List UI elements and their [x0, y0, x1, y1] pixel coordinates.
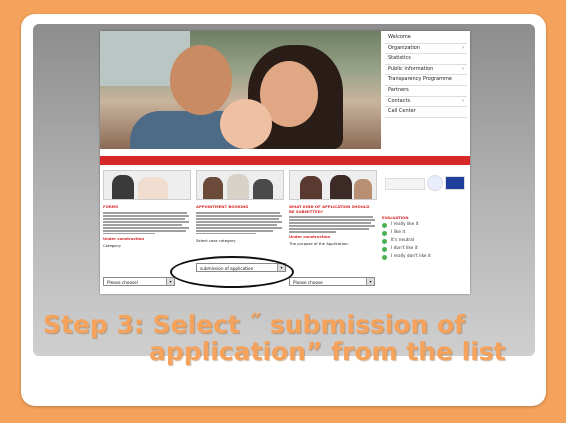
- forms-title: FORMS: [103, 204, 119, 209]
- forms-category-label: Category:: [103, 242, 122, 248]
- appointment-thumbnail: [196, 170, 284, 200]
- chevron-right-icon: ›: [462, 97, 464, 104]
- evaluation-option[interactable]: It's neutral: [382, 237, 468, 245]
- chevron-right-icon: ›: [462, 44, 464, 51]
- evaluation-option[interactable]: I really don't like it: [382, 253, 468, 261]
- nav-item-statistics[interactable]: Statistics: [385, 54, 467, 65]
- website-screenshot: Welcome Organization › Statistics Public …: [100, 31, 470, 294]
- evaluation-option[interactable]: I don't like it: [382, 245, 468, 253]
- nav-item-call-center[interactable]: Call Center: [385, 107, 467, 118]
- partner-logos: [385, 173, 465, 193]
- application-kind-description: [289, 216, 375, 233]
- application-kind-thumbnail: [289, 170, 377, 200]
- forms-category-select[interactable]: Please choose! ▾: [103, 277, 175, 286]
- chevron-down-icon: ▾: [166, 278, 174, 285]
- appointment-title: APPOINTMENT BOOKING: [196, 204, 249, 209]
- nav-item-welcome[interactable]: Welcome: [385, 33, 467, 44]
- radio-icon: [382, 238, 387, 244]
- caption-line-2: application” from the list: [149, 337, 506, 366]
- chevron-down-icon: ▾: [366, 278, 374, 285]
- application-kind-under-construction: Under construction: [289, 233, 331, 239]
- partner-logo: [427, 175, 443, 191]
- forms-thumbnail: [103, 170, 191, 200]
- nav-item-organization[interactable]: Organization ›: [385, 44, 467, 55]
- application-purpose-select[interactable]: Please choose ▾: [289, 277, 375, 286]
- partner-logo: [385, 178, 425, 190]
- radio-icon: [382, 222, 387, 228]
- caption-line-1: Step 3: Select ˝ submission of: [43, 310, 466, 339]
- case-category-label: Select case category: [196, 238, 236, 244]
- forms-under-construction: Under construction: [103, 235, 145, 241]
- appointment-column: APPOINTMENT BOOKING Select case category: [196, 170, 284, 244]
- application-kind-column: WHAT KIND OF APPLICATION SHOULD BE SUBMI…: [289, 170, 377, 246]
- forms-description: [103, 212, 189, 235]
- radio-icon: [382, 230, 387, 236]
- nav-item-public-information[interactable]: Public information ›: [385, 65, 467, 76]
- administration-bar: ADMINISTRATION: [100, 156, 470, 173]
- nav-item-contacts[interactable]: Contacts ›: [385, 97, 467, 108]
- evaluation-option[interactable]: I like it: [382, 229, 468, 237]
- application-kind-title: WHAT KIND OF APPLICATION SHOULD BE SUBMI…: [289, 204, 370, 214]
- chevron-right-icon: ›: [462, 65, 464, 72]
- family-photo: [100, 31, 381, 149]
- highlight-ellipse: [170, 256, 294, 288]
- forms-column: FORMS Under construction Category:: [103, 170, 191, 248]
- nav-item-transparency-programme[interactable]: Transparency Programme: [385, 75, 467, 86]
- nav-item-partners[interactable]: Partners: [385, 86, 467, 97]
- radio-icon: [382, 254, 387, 260]
- appointment-description: [196, 212, 282, 235]
- main-navigation: Welcome Organization › Statistics Public …: [385, 33, 467, 118]
- application-purpose-label: The purpose of the Application:: [289, 240, 349, 246]
- evaluation-option[interactable]: I really like it: [382, 221, 468, 229]
- evaluation-column: EVALUATION I really like it I like it It…: [382, 211, 468, 261]
- radio-icon: [382, 246, 387, 252]
- eu-flag-icon: [445, 176, 465, 190]
- slide-caption: Step 3: Select ˝ submission of applicati…: [43, 311, 533, 365]
